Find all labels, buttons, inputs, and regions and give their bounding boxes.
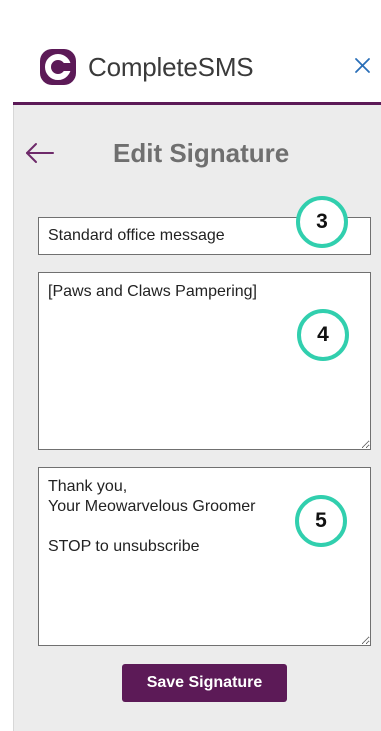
page-title: Edit Signature <box>113 138 290 168</box>
step-3-callout: 3 <box>296 196 348 248</box>
step-5-callout: 5 <box>295 495 347 547</box>
app-title: CompleteSMS <box>88 52 254 82</box>
signature-header-textarea[interactable]: [Paws and Claws Pampering] <box>38 272 371 450</box>
signature-footer-textarea[interactable]: Thank you, Your Meowarvelous Groomer STO… <box>38 467 371 646</box>
save-signature-button[interactable]: Save Signature <box>122 664 287 702</box>
step-4-callout: 4 <box>297 309 349 361</box>
completesms-logo-icon <box>40 49 76 85</box>
back-arrow-icon[interactable] <box>24 139 56 167</box>
close-icon[interactable] <box>349 51 377 79</box>
